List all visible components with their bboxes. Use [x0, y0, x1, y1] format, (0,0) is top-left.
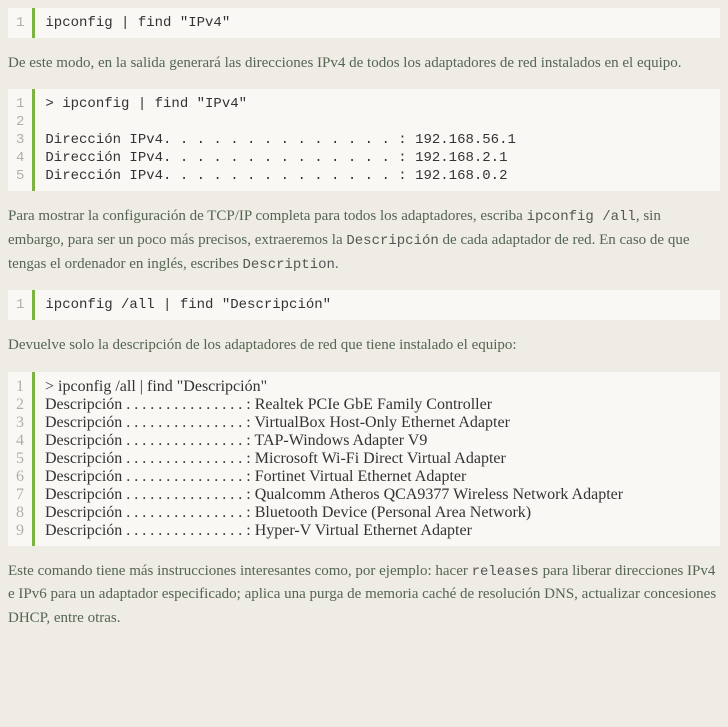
- code-line: Descripción . . . . . . . . . . . . . . …: [45, 450, 720, 468]
- code-line: Dirección IPv4. . . . . . . . . . . . . …: [45, 149, 710, 167]
- line-gutter: 1: [8, 8, 35, 38]
- code-lines: ipconfig /all | find "Descripción": [35, 290, 720, 320]
- paragraph: De este modo, en la salida generará las …: [8, 52, 720, 75]
- inline-code: releases: [472, 564, 539, 580]
- code-line: Descripción . . . . . . . . . . . . . . …: [45, 522, 720, 540]
- paragraph: Devuelve solo la descripción de los adap…: [8, 334, 720, 357]
- line-number: 9: [16, 522, 24, 540]
- code-line: > ipconfig | find "IPv4": [45, 95, 710, 113]
- code-line: > ipconfig /all | find "Descripción": [45, 378, 720, 396]
- article-body: 1 ipconfig | find "IPv4" De este modo, e…: [0, 8, 728, 656]
- code-line: Dirección IPv4. . . . . . . . . . . . . …: [45, 131, 710, 149]
- code-lines: > ipconfig | find "IPv4" Dirección IPv4.…: [35, 89, 720, 191]
- line-number: 4: [16, 149, 24, 167]
- line-number: 1: [16, 95, 24, 113]
- code-lines: > ipconfig /all | find "Descripción"Desc…: [35, 372, 720, 546]
- line-number: 5: [16, 167, 24, 185]
- line-number: 6: [16, 468, 24, 486]
- line-number: 3: [16, 131, 24, 149]
- code-line: Descripción . . . . . . . . . . . . . . …: [45, 504, 720, 522]
- line-number: 4: [16, 432, 24, 450]
- line-number: 1: [16, 378, 24, 396]
- code-line: Descripción . . . . . . . . . . . . . . …: [45, 468, 720, 486]
- paragraph: Para mostrar la configuración de TCP/IP …: [8, 205, 720, 276]
- line-number: 3: [16, 414, 24, 432]
- line-number: 5: [16, 450, 24, 468]
- line-number: 1: [16, 14, 24, 32]
- line-number: 2: [16, 396, 24, 414]
- text: Para mostrar la configuración de TCP/IP …: [8, 208, 527, 224]
- code-line: ipconfig | find "IPv4": [45, 14, 710, 32]
- line-gutter: 123456789: [8, 372, 35, 546]
- line-number: 2: [16, 113, 24, 131]
- text: .: [335, 256, 339, 272]
- line-gutter: 1: [8, 290, 35, 320]
- code-line: Descripción . . . . . . . . . . . . . . …: [45, 432, 720, 450]
- line-number: 8: [16, 504, 24, 522]
- line-number: 7: [16, 486, 24, 504]
- code-line: Descripción . . . . . . . . . . . . . . …: [45, 396, 720, 414]
- code-line: Dirección IPv4. . . . . . . . . . . . . …: [45, 167, 710, 185]
- code-block-1: 1 ipconfig | find "IPv4": [8, 8, 720, 38]
- code-line: [45, 113, 710, 131]
- code-lines: ipconfig | find "IPv4": [35, 8, 720, 38]
- text: Este comando tiene más instrucciones int…: [8, 563, 472, 579]
- code-line: Descripción . . . . . . . . . . . . . . …: [45, 486, 720, 504]
- code-line: Descripción . . . . . . . . . . . . . . …: [45, 414, 720, 432]
- inline-code: Descripción: [346, 233, 438, 249]
- paragraph: Este comando tiene más instrucciones int…: [8, 560, 720, 630]
- inline-code: ipconfig /all: [527, 209, 636, 225]
- inline-code: Description: [243, 257, 335, 273]
- code-block-3: 1 ipconfig /all | find "Descripción": [8, 290, 720, 320]
- line-number: 1: [16, 296, 24, 314]
- code-line: ipconfig /all | find "Descripción": [45, 296, 710, 314]
- code-block-2: 12345 > ipconfig | find "IPv4" Dirección…: [8, 89, 720, 191]
- line-gutter: 12345: [8, 89, 35, 191]
- code-block-4-scroll[interactable]: 123456789 > ipconfig /all | find "Descri…: [8, 372, 720, 546]
